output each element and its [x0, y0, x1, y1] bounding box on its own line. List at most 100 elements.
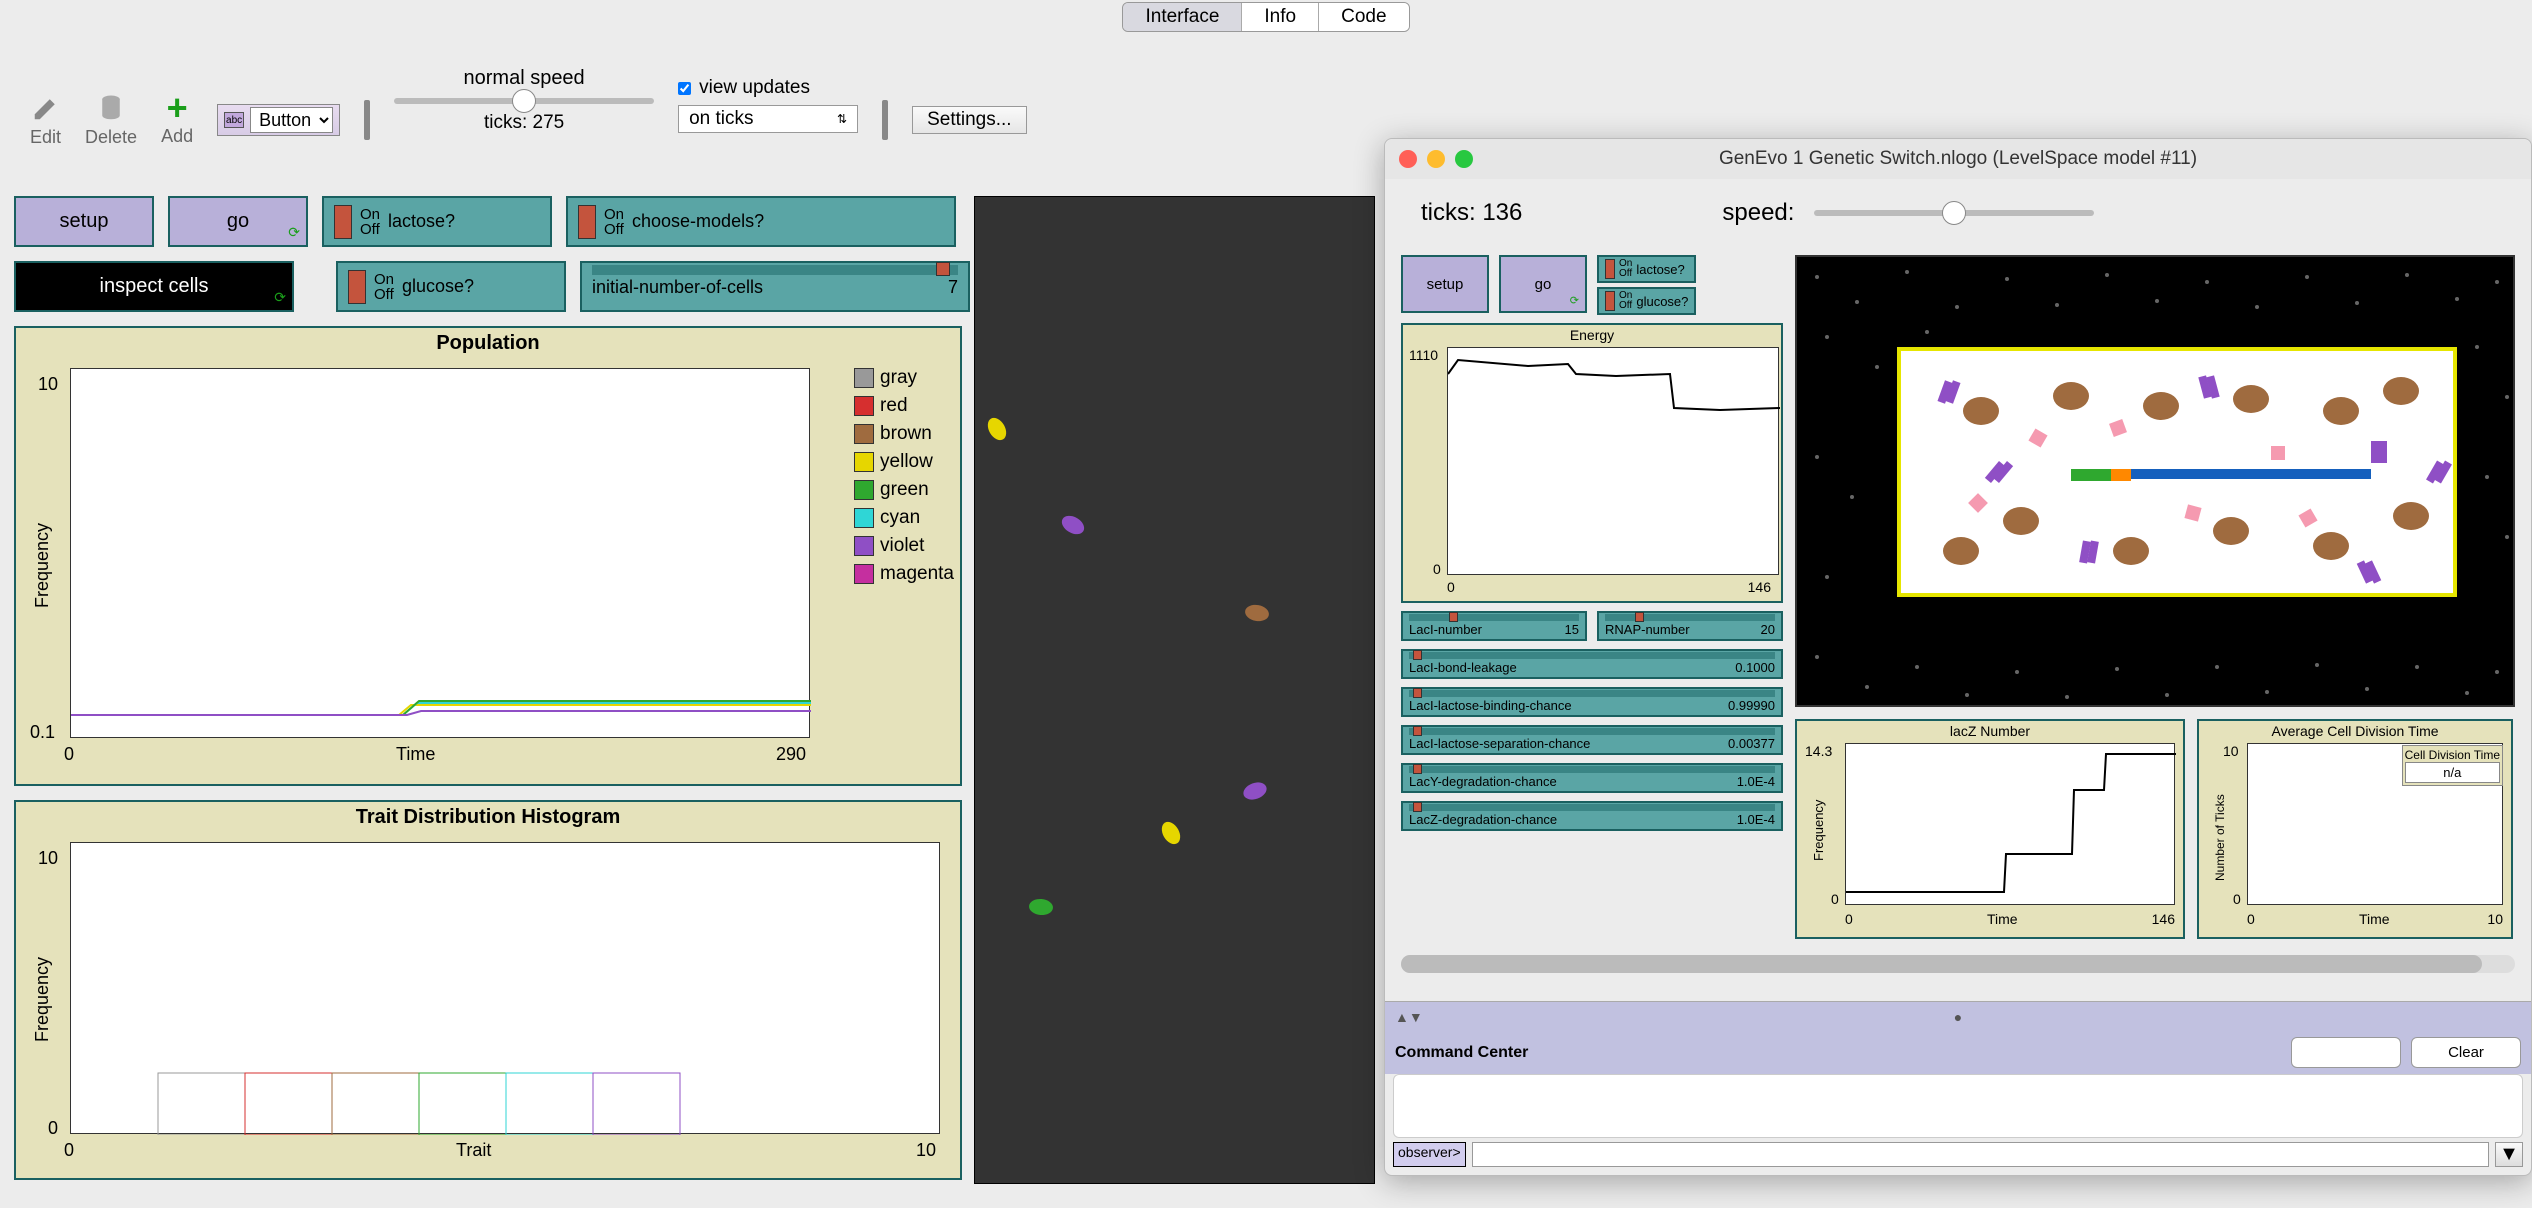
child-speed-slider[interactable] [1814, 210, 2094, 216]
choose-models-switch[interactable]: OnOff choose-models? [566, 196, 956, 247]
tab-code[interactable]: Code [1319, 3, 1408, 31]
switch-onoff-label: OnOff [360, 207, 380, 237]
xmax: 10 [916, 1140, 936, 1161]
clear-button[interactable]: Clear [2411, 1037, 2521, 1068]
command-output[interactable] [1393, 1074, 2523, 1138]
hist-bars [71, 843, 941, 1135]
command-collapse-bar[interactable]: ▲▼● [1385, 1001, 2531, 1031]
xmin: 0 [64, 744, 74, 765]
child-go-button[interactable]: go⟳ [1499, 255, 1587, 313]
ymin: 0 [2233, 891, 2241, 907]
command-input[interactable] [1472, 1142, 2489, 1167]
inspect-cells-button[interactable]: inspect cells⟳ [14, 261, 294, 312]
tab-interface[interactable]: Interface [1123, 3, 1242, 31]
switch-name: lactose? [388, 211, 455, 232]
ylabel: Number of Ticks [2213, 794, 2227, 881]
go-button[interactable]: go⟳ [168, 196, 308, 247]
xlabel: Trait [456, 1140, 491, 1161]
switch-handle-icon [578, 205, 596, 239]
triangle-icon: ▲▼ [1395, 1009, 1423, 1025]
ymax: 10 [38, 848, 58, 869]
cell-agent [1241, 779, 1269, 802]
rnap-number-slider[interactable]: RNAP-number20 [1597, 611, 1783, 641]
world-view[interactable] [974, 196, 1375, 1184]
switch-handle-icon [334, 205, 352, 239]
laci-bond-leakage-slider[interactable]: LacI-bond-leakage0.1000 [1401, 649, 1783, 679]
laci-separation-slider[interactable]: LacI-lactose-separation-chance0.00377 [1401, 725, 1783, 755]
slider-name: initial-number-of-cells [592, 277, 763, 298]
scrollbar-thumb[interactable] [1401, 955, 2482, 973]
command-output-box-blank[interactable] [2291, 1037, 2401, 1068]
xlabel: Time [1987, 911, 2018, 927]
xmax: 290 [776, 744, 806, 765]
update-mode-value: on ticks [689, 108, 753, 130]
laci-number-slider[interactable]: LacI-number15 [1401, 611, 1587, 641]
widget-type-select[interactable]: Button [250, 107, 333, 133]
add-tool[interactable]: + Add [161, 94, 193, 147]
command-center-title: Command Center [1395, 1044, 2281, 1062]
ymin: 0 [1831, 891, 1839, 907]
cell-agent [1028, 898, 1053, 916]
setup-button[interactable]: setup [14, 196, 154, 247]
laci-binding-slider[interactable]: LacI-lactose-binding-chance0.99990 [1401, 687, 1783, 717]
pencil-icon [31, 93, 61, 123]
child-world-view[interactable] [1795, 255, 2515, 707]
cell-contents [1901, 351, 2461, 601]
plot-canvas [70, 842, 940, 1134]
plot-title: lacZ Number [1797, 721, 2183, 741]
speed-slider[interactable] [394, 98, 654, 104]
population-lines [71, 369, 811, 739]
plus-icon: + [167, 94, 188, 122]
switch-name: glucose? [402, 276, 474, 297]
forever-icon: ⟳ [274, 289, 286, 306]
ymax: 10 [38, 374, 58, 395]
lacy-degradation-slider[interactable]: LacY-degradation-chance1.0E-4 [1401, 763, 1783, 793]
child-interface: setup go⟳ OnOfflactose? OnOffglucose? En… [1385, 247, 2531, 947]
edit-tool[interactable]: Edit [30, 93, 61, 148]
tab-info[interactable]: Info [1242, 3, 1319, 31]
history-dropdown[interactable]: ▼ [2495, 1142, 2523, 1167]
glucose-switch[interactable]: OnOff glucose? [336, 261, 566, 312]
ymin: 0 [48, 1118, 58, 1139]
cell-division-monitor: Cell Division Time n/a [2402, 745, 2503, 786]
cell-agent [1059, 512, 1088, 538]
xmin: 0 [1447, 579, 1455, 595]
lacz-number-plot: lacZ Number 14.3 0 0 146 Time Frequency [1795, 719, 2185, 939]
command-center: ▲▼● Command Center Clear observer> ▼ [1385, 1001, 2531, 1175]
lactose-switch[interactable]: OnOff lactose? [322, 196, 552, 247]
ymin: 0.1 [30, 722, 55, 743]
xmax: 146 [2152, 911, 2175, 927]
window-titlebar[interactable]: GenEvo 1 Genetic Switch.nlogo (LevelSpac… [1385, 139, 2531, 179]
child-glucose-switch[interactable]: OnOffglucose? [1597, 287, 1696, 315]
initial-cells-slider[interactable]: initial-number-of-cells7 [580, 261, 970, 312]
child-speed-label: speed: [1722, 199, 1794, 227]
plot-canvas [1447, 347, 1779, 575]
update-mode-select[interactable]: on ticks ⇅ [678, 105, 858, 133]
main-tabbar: Interface Info Code [0, 0, 2532, 34]
child-setup-button[interactable]: setup [1401, 255, 1489, 313]
agent-selector[interactable]: observer> [1393, 1142, 1466, 1167]
horizontal-scrollbar[interactable] [1401, 955, 2515, 973]
xmax: 10 [2487, 911, 2503, 927]
switch-onoff-label: OnOff [374, 272, 394, 302]
settings-button[interactable]: Settings... [912, 106, 1027, 134]
button-widget-icon: abc [224, 112, 244, 128]
trait-histogram-plot: Trait Distribution Histogram 10 0 0 10 T… [14, 800, 962, 1180]
window-title: GenEvo 1 Genetic Switch.nlogo (LevelSpac… [1385, 148, 2531, 170]
child-lactose-switch[interactable]: OnOfflactose? [1597, 255, 1696, 283]
ylabel: Frequency [1811, 800, 1826, 861]
cell-membrane [1897, 347, 2457, 597]
switch-handle-icon [348, 270, 366, 304]
tabs-group: Interface Info Code [1122, 2, 1409, 32]
view-updates-checkbox[interactable]: view updates [678, 77, 810, 99]
monitor-label: Cell Division Time [2405, 748, 2500, 762]
view-updates-input[interactable] [678, 82, 691, 95]
lacz-degradation-slider[interactable]: LacZ-degradation-chance1.0E-4 [1401, 801, 1783, 831]
widget-type-selector[interactable]: abc Button [217, 104, 340, 136]
xmax: 146 [1748, 579, 1771, 595]
delete-tool[interactable]: Delete [85, 93, 137, 148]
plot-title: Average Cell Division Time [2199, 721, 2511, 741]
child-ticks-counter: ticks: 136 [1421, 199, 1522, 227]
plot-legend: gray red brown yellow green cyan violet … [854, 364, 954, 588]
cell-agent [1244, 603, 1270, 623]
